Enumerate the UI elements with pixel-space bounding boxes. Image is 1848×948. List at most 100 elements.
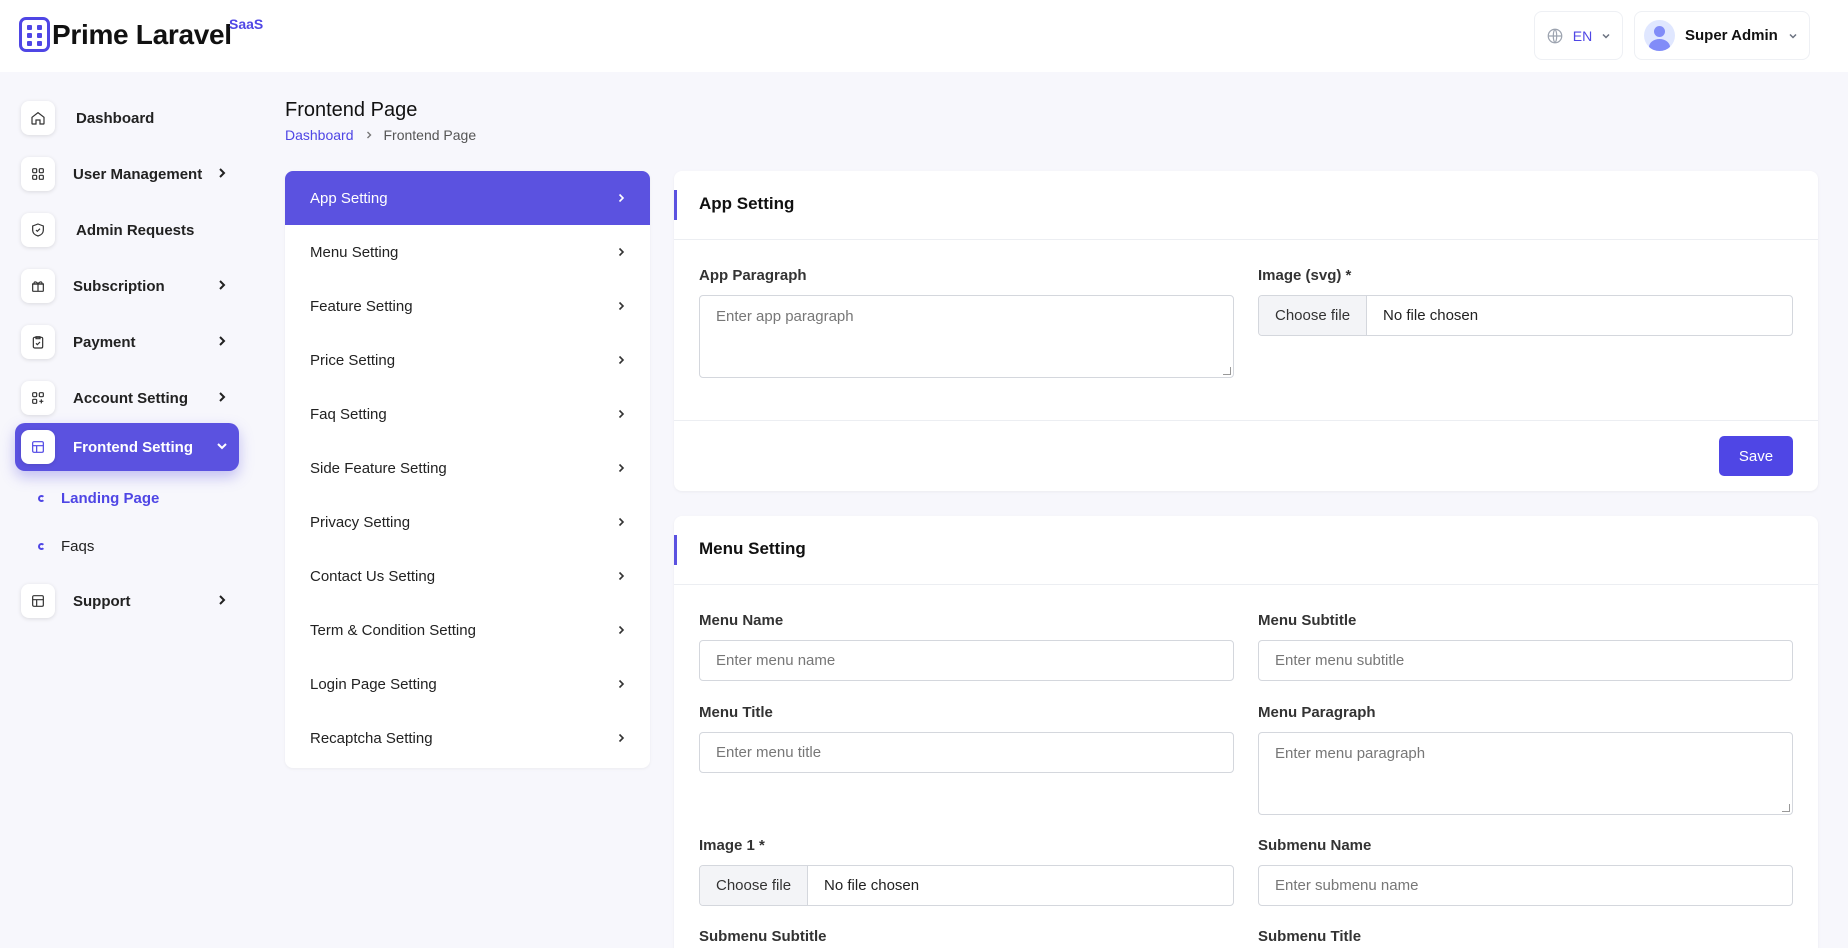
- accent-bar: [674, 190, 677, 220]
- menu-title-input[interactable]: Enter menu title: [699, 732, 1234, 773]
- card-divider: [674, 420, 1818, 421]
- app-paragraph-textarea[interactable]: Enter app paragraph: [699, 295, 1234, 378]
- user-menu[interactable]: Super Admin: [1634, 11, 1810, 60]
- apps-plus-icon: [21, 381, 55, 415]
- settings-menu-label: Side Feature Setting: [310, 459, 447, 477]
- chevron-right-icon: [366, 131, 371, 139]
- chevron-right-icon: [618, 301, 625, 311]
- language-selector[interactable]: EN: [1534, 11, 1623, 60]
- layout-icon: [21, 430, 55, 464]
- breadcrumb-home-link[interactable]: Dashboard: [285, 127, 354, 143]
- card-header: App Setting: [674, 171, 1818, 240]
- image-svg-label: Image (svg) *: [1258, 267, 1352, 284]
- sidebar: Dashboard User Management Admin Requests…: [0, 72, 256, 948]
- app-paragraph-label: App Paragraph: [699, 267, 807, 284]
- placeholder: Enter menu title: [716, 744, 822, 761]
- chevron-down-icon: [217, 443, 227, 450]
- chevron-right-icon: [618, 517, 625, 527]
- brand-name: Prime Laravel: [52, 18, 232, 50]
- sidebar-item-user-management[interactable]: User Management: [15, 150, 239, 198]
- sidebar-item-label: User Management: [73, 165, 203, 183]
- save-button[interactable]: Save: [1719, 436, 1793, 476]
- choose-file-button[interactable]: Choose file: [1259, 296, 1368, 335]
- settings-menu-item[interactable]: Contact Us Setting: [285, 549, 650, 603]
- submenu-title-label: Submenu Title: [1258, 928, 1362, 945]
- sidebar-subitem-faqs[interactable]: Faqs: [38, 538, 94, 555]
- submenu-name-input[interactable]: Enter submenu name: [1258, 865, 1793, 906]
- placeholder: Enter menu paragraph: [1275, 745, 1426, 762]
- bullet-icon: [38, 543, 45, 550]
- menu-subtitle-input[interactable]: Enter menu subtitle: [1258, 640, 1793, 681]
- menu-paragraph-label: Menu Paragraph: [1258, 704, 1376, 721]
- avatar: [1644, 20, 1675, 51]
- choose-file-button[interactable]: Choose file: [700, 866, 809, 905]
- clipboard-icon: [21, 325, 55, 359]
- sidebar-item-label: Subscription: [73, 277, 165, 295]
- settings-menu-item[interactable]: App Setting: [285, 171, 650, 225]
- logo-icon: [19, 17, 50, 52]
- breadcrumb-current: Frontend Page: [383, 127, 477, 143]
- sidebar-item-payment[interactable]: Payment: [15, 318, 239, 366]
- chevron-right-icon: [219, 280, 226, 290]
- settings-menu-label: Recaptcha Setting: [310, 729, 433, 747]
- chevron-right-icon: [219, 336, 226, 346]
- menu-setting-card: Menu Setting Menu Name Enter menu name M…: [674, 516, 1818, 948]
- card-header: Menu Setting: [674, 516, 1818, 585]
- settings-menu-item[interactable]: Login Page Setting: [285, 657, 650, 711]
- accent-bar: [674, 535, 677, 565]
- chevron-right-icon: [618, 463, 625, 473]
- settings-menu-label: Term & Condition Setting: [310, 621, 476, 639]
- globe-icon: [1547, 28, 1563, 43]
- sidebar-item-support[interactable]: Support: [15, 577, 239, 625]
- menu-title-label: Menu Title: [699, 704, 773, 721]
- image1-file-input[interactable]: Choose file No file chosen: [699, 865, 1234, 906]
- settings-menu-item[interactable]: Term & Condition Setting: [285, 603, 650, 657]
- sidebar-item-subscription[interactable]: Subscription: [15, 262, 239, 310]
- settings-menu-label: Price Setting: [310, 351, 396, 369]
- sidebar-subitem-landing-page[interactable]: Landing Page: [38, 490, 159, 507]
- settings-menu-item[interactable]: Side Feature Setting: [285, 441, 650, 495]
- sidebar-item-label: Frontend Setting: [73, 438, 193, 456]
- sidebar-item-label: Account Setting: [73, 389, 188, 407]
- layout-icon: [21, 584, 55, 618]
- card-title: Menu Setting: [699, 539, 806, 558]
- sidebar-item-admin-requests[interactable]: Admin Requests: [15, 206, 239, 254]
- settings-menu-item[interactable]: Feature Setting: [285, 279, 650, 333]
- sidebar-item-label: Payment: [73, 333, 136, 351]
- brand-badge: SaaS: [229, 16, 264, 32]
- sidebar-item-frontend-setting[interactable]: Frontend Setting: [15, 423, 239, 471]
- image1-label: Image 1 *: [699, 837, 765, 854]
- gift-icon: [21, 269, 55, 303]
- settings-menu-item[interactable]: Recaptcha Setting: [285, 711, 650, 765]
- chevron-right-icon: [618, 193, 625, 203]
- settings-menu-item[interactable]: Privacy Setting: [285, 495, 650, 549]
- sidebar-item-dashboard[interactable]: Dashboard: [15, 94, 239, 142]
- settings-menu-label: Faq Setting: [310, 405, 387, 423]
- chevron-right-icon: [618, 625, 625, 635]
- card-title: App Setting: [699, 194, 795, 213]
- settings-menu-label: Login Page Setting: [310, 675, 437, 693]
- settings-menu-item[interactable]: Faq Setting: [285, 387, 650, 441]
- settings-menu-label: App Setting: [310, 189, 388, 207]
- settings-menu-label: Feature Setting: [310, 297, 413, 315]
- settings-menu-item[interactable]: Price Setting: [285, 333, 650, 387]
- placeholder: Enter submenu name: [1275, 877, 1419, 894]
- settings-menu-label: Menu Setting: [310, 243, 399, 261]
- page-title: Frontend Page: [285, 99, 418, 121]
- user-name: Super Admin: [1685, 27, 1778, 44]
- chevron-right-icon: [618, 247, 625, 257]
- breadcrumb: Dashboard Frontend Page: [285, 127, 476, 143]
- chevron-right-icon: [219, 392, 226, 402]
- menu-name-input[interactable]: Enter menu name: [699, 640, 1234, 681]
- chevron-right-icon: [618, 679, 625, 689]
- sidebar-item-account-setting[interactable]: Account Setting: [15, 374, 239, 422]
- image-svg-file-input[interactable]: Choose file No file chosen: [1258, 295, 1793, 336]
- brand-logo[interactable]: Prime Laravel: [19, 17, 232, 52]
- menu-subtitle-label: Menu Subtitle: [1258, 612, 1357, 629]
- shield-icon: [21, 213, 55, 247]
- sidebar-subitem-label: Faqs: [61, 538, 95, 555]
- chevron-down-icon: [1789, 33, 1797, 39]
- settings-menu-item[interactable]: Menu Setting: [285, 225, 650, 279]
- sidebar-item-label: Admin Requests: [76, 221, 195, 239]
- menu-paragraph-textarea[interactable]: Enter menu paragraph: [1258, 732, 1793, 815]
